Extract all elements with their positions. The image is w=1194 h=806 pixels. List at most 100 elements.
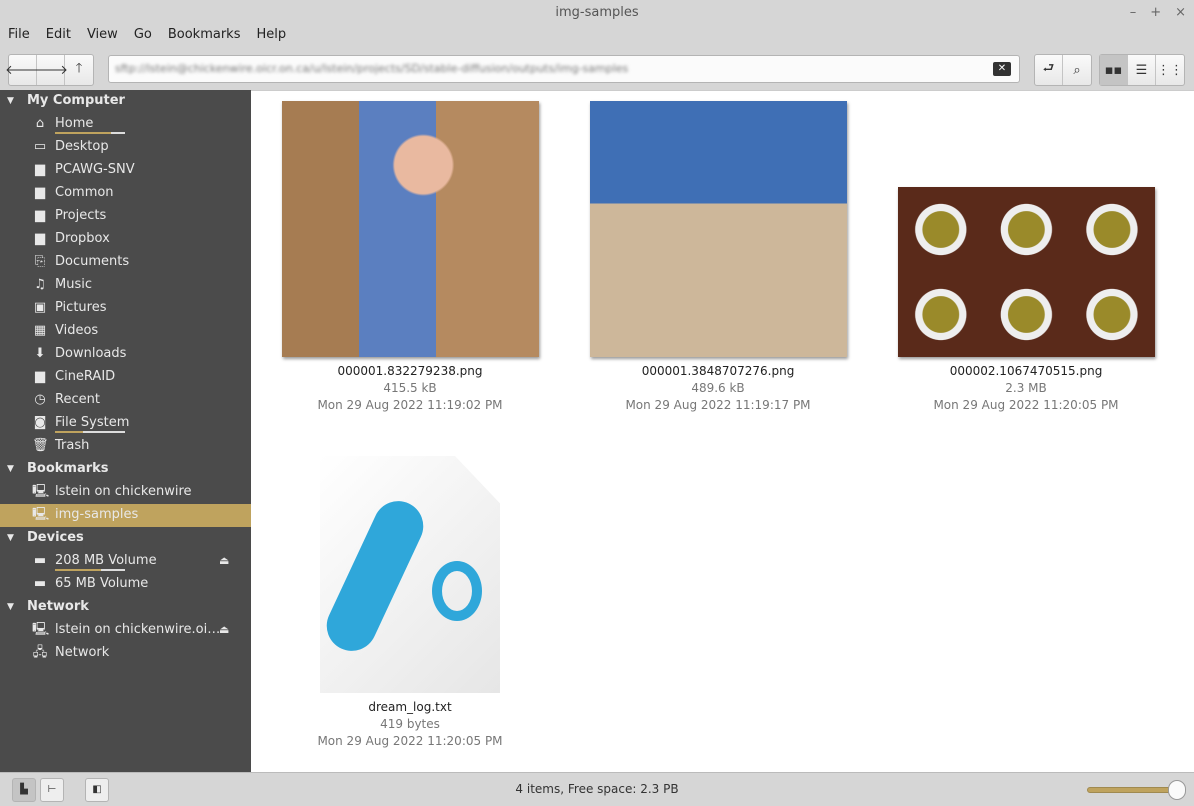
close-button[interactable]: ×	[1175, 0, 1186, 26]
menu-view[interactable]: View	[79, 26, 126, 46]
sidebar-item-desktop[interactable]: ▭ Desktop	[0, 136, 251, 159]
section-title: My Computer	[27, 93, 125, 108]
drive-icon: ▬	[33, 576, 47, 591]
home-icon: ⌂	[35, 116, 45, 131]
sidebar-section-devices[interactable]: ▼ Devices	[0, 527, 251, 550]
sidebar: ▼ My Computer ⌂ Home ▭ Desktop ▆ PCAWG-SNV ▆ Comm…	[0, 90, 251, 772]
sidebar-item-label: Recent	[55, 392, 100, 407]
section-title: Bookmarks	[27, 461, 109, 476]
sidebar-item-pcawg-snv[interactable]: ▆ PCAWG-SNV	[0, 159, 251, 182]
eject-icon[interactable]: ⏏	[219, 619, 229, 641]
file-size: 419 bytes	[380, 717, 440, 731]
sidebar-item-label: 65 MB Volume	[55, 576, 149, 591]
sidebar-item-music[interactable]: ♫ Music	[0, 274, 251, 297]
sidebar-item-label: Desktop	[55, 139, 109, 154]
file-date: Mon 29 Aug 2022 11:19:17 PM	[625, 398, 811, 412]
sidebar-section-my-computer[interactable]: ▼ My Computer	[0, 90, 251, 113]
file-name: 000002.1067470515.png	[949, 364, 1103, 378]
menu-bookmarks[interactable]: Bookmarks	[160, 26, 249, 46]
folder-icon: ▆	[35, 231, 45, 246]
menu-help[interactable]: Help	[248, 26, 294, 46]
sidebar-item-projects[interactable]: ▆ Projects	[0, 205, 251, 228]
status-bar: ▙ ⊢ ◧ 4 items, Free space: 2.3 PB	[0, 772, 1194, 806]
sidebar-item-lstein-on-chickenwire[interactable]: 🖳 lstein on chickenwire	[0, 481, 251, 504]
up-button[interactable]: 🡑	[65, 55, 93, 85]
sidebar-item-img-samples[interactable]: 🖳 img-samples	[0, 504, 251, 527]
eject-icon[interactable]: ⏏	[219, 550, 229, 572]
drive-icon: ◙	[33, 415, 47, 430]
sidebar-section-network[interactable]: ▼ Network	[0, 596, 251, 619]
minimize-button[interactable]: –	[1130, 0, 1137, 26]
sidebar-section-bookmarks[interactable]: ▼ Bookmarks	[0, 458, 251, 481]
sidebar-item-pictures[interactable]: ▣ Pictures	[0, 297, 251, 320]
music-icon: ♫	[34, 277, 46, 292]
menu-file[interactable]: File	[0, 26, 38, 46]
menu-go[interactable]: Go	[126, 26, 160, 46]
sidebar-item-label: Music	[55, 277, 92, 292]
sidebar-item-label: Trash	[55, 438, 90, 453]
expander-icon[interactable]: ▼	[7, 458, 14, 480]
file-view: 000001.832279238.png 415.5 kB Mon 29 Aug…	[251, 90, 1194, 772]
window-title: img-samples	[555, 5, 639, 20]
file-item[interactable]: 000001.832279238.png 415.5 kB Mon 29 Aug…	[280, 101, 540, 414]
file-item[interactable]: 000001.3848707276.png 489.6 kB Mon 29 Au…	[588, 101, 848, 414]
clear-location-icon[interactable]: ✕	[993, 62, 1011, 76]
expander-icon[interactable]: ▼	[7, 596, 14, 618]
sidebar-item-videos[interactable]: ▦ Videos	[0, 320, 251, 343]
sidebar-item-file-system[interactable]: ◙ File System	[0, 412, 251, 435]
zoom-slider-handle[interactable]	[1168, 780, 1186, 800]
sidebar-item-65-mb-volume[interactable]: ▬ 65 MB Volume	[0, 573, 251, 596]
sidebar-item-208-mb-volume[interactable]: ▬ 208 MB Volume ⏏	[0, 550, 251, 573]
title-bar: img-samples – + ×	[0, 0, 1194, 26]
toggle-location-button[interactable]: ⮐	[1035, 55, 1063, 85]
icon-view-button[interactable]: ▪▪	[1100, 55, 1128, 85]
sidebar-item-cineraid[interactable]: ▆ CineRAID	[0, 366, 251, 389]
folder-icon: ▆	[35, 185, 45, 200]
documents-icon: ⎘	[34, 254, 46, 269]
sidebar-item-label: Downloads	[55, 346, 127, 361]
file-size: 489.6 kB	[691, 381, 745, 395]
sidebar-item-recent[interactable]: ◷ Recent	[0, 389, 251, 412]
sidebar-item-home[interactable]: ⌂ Home	[0, 113, 251, 136]
maximize-button[interactable]: +	[1150, 0, 1161, 26]
folder-icon: ▆	[35, 208, 45, 223]
zoom-slider[interactable]	[1087, 780, 1186, 800]
file-name: 000001.832279238.png	[337, 364, 483, 378]
sidebar-item-label: Documents	[55, 254, 130, 269]
sidebar-item-lstein-on-chickenwire-oi-[interactable]: 🖳 lstein on chickenwire.oi… ⏏	[0, 619, 251, 642]
sidebar-item-label: Projects	[55, 208, 107, 223]
image-thumbnail	[589, 101, 847, 357]
expander-icon[interactable]: ▼	[7, 90, 14, 112]
file-size: 415.5 kB	[383, 381, 437, 395]
search-button[interactable]: ⌕	[1063, 55, 1091, 85]
file-item[interactable]: 000002.1067470515.png 2.3 MB Mon 29 Aug …	[896, 187, 1156, 414]
list-view-button[interactable]: ☰	[1128, 55, 1156, 85]
section-title: Devices	[27, 530, 84, 545]
compact-view-button[interactable]: ⋮⋮	[1156, 55, 1184, 85]
sidebar-item-documents[interactable]: ⎘ Documents	[0, 251, 251, 274]
sidebar-item-trash[interactable]: 🗑 Trash	[0, 435, 251, 458]
sidebar-item-downloads[interactable]: ⬇ Downloads	[0, 343, 251, 366]
pictures-icon: ▣	[33, 300, 47, 315]
drive-icon: ▬	[33, 553, 47, 568]
disk-usage-bar	[55, 132, 125, 134]
file-name: dream_log.txt	[368, 700, 452, 714]
location-text[interactable]: sftp://lstein@chickenwire.oicr.on.ca/u/l…	[115, 62, 628, 75]
file-date: Mon 29 Aug 2022 11:20:05 PM	[317, 734, 503, 748]
sidebar-item-network[interactable]: 🖧 Network	[0, 642, 251, 665]
sidebar-item-common[interactable]: ▆ Common	[0, 182, 251, 205]
forward-button[interactable]: 🡒	[33, 55, 68, 85]
disk-usage-bar	[55, 569, 125, 571]
network-folder-icon: 🖳	[32, 484, 50, 499]
videos-icon: ▦	[33, 323, 47, 338]
sidebar-item-label: PCAWG-SNV	[55, 162, 135, 177]
expander-icon[interactable]: ▼	[7, 527, 14, 549]
file-name: 000001.3848707276.png	[641, 364, 795, 378]
sidebar-item-dropbox[interactable]: ▆ Dropbox	[0, 228, 251, 251]
sidebar-item-label: Pictures	[55, 300, 107, 315]
folder-icon: ▆	[35, 162, 45, 177]
menu-edit[interactable]: Edit	[38, 26, 79, 46]
file-size: 2.3 MB	[1005, 381, 1047, 395]
file-item[interactable]: dream_log.txt 419 bytes Mon 29 Aug 2022 …	[280, 456, 540, 750]
location-bar[interactable]: sftp://lstein@chickenwire.oicr.on.ca/u/l…	[108, 55, 1020, 83]
